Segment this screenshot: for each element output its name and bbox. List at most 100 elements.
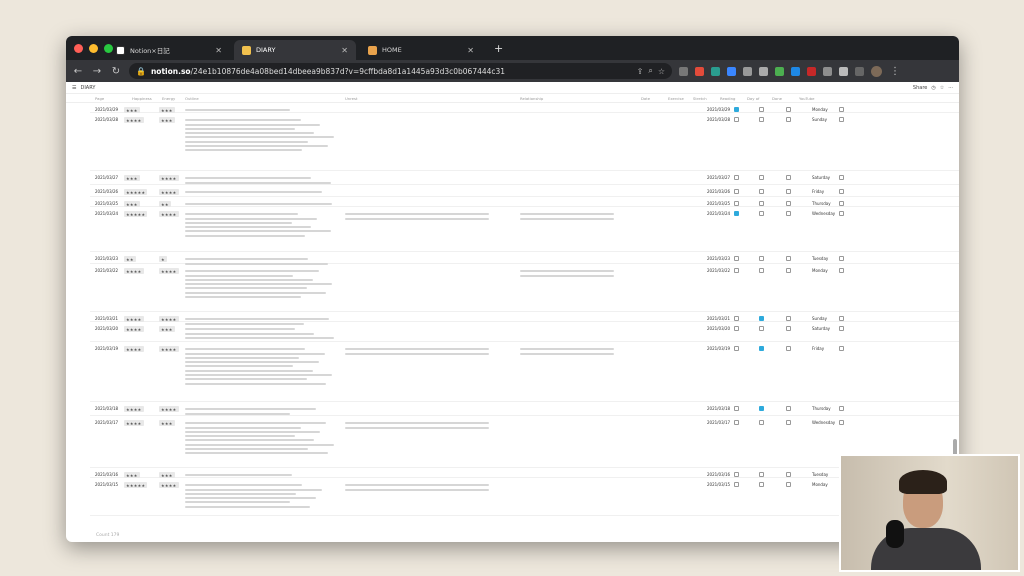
unrest-text-redacted[interactable] — [345, 211, 505, 222]
extension-icon[interactable] — [759, 66, 768, 76]
date-cell[interactable]: 2021/03/29 — [707, 107, 730, 112]
happiness-rating[interactable]: ★★★★ — [124, 117, 144, 123]
sidebar-toggle-icon[interactable]: ☰ — [72, 85, 76, 91]
checkbox[interactable] — [786, 419, 791, 425]
page-title[interactable]: 2021/03/17 — [95, 420, 118, 425]
breadcrumb[interactable]: DIARY — [80, 85, 95, 91]
checkbox[interactable] — [839, 325, 844, 331]
energy-rating[interactable]: ★★★★ — [159, 175, 179, 181]
date-cell[interactable]: 2021/03/21 — [707, 316, 730, 321]
date-cell[interactable]: 2021/03/25 — [707, 201, 730, 206]
checkbox[interactable] — [786, 471, 791, 477]
checkbox[interactable] — [786, 345, 791, 351]
bookmark-star-icon[interactable]: ☆ — [658, 67, 665, 76]
date-cell[interactable]: 2021/03/18 — [707, 406, 730, 411]
table-row[interactable]: 2021/03/17 ★★★★ ★★★ 2021/03/17 Wednesday — [90, 416, 959, 468]
page-title[interactable]: 2021/03/25 — [95, 201, 118, 206]
happiness-rating[interactable]: ★★★★★ — [124, 211, 148, 217]
checkbox[interactable] — [839, 419, 844, 425]
page-title[interactable]: 2021/03/19 — [95, 346, 118, 351]
reload-button[interactable]: ↻ — [110, 66, 122, 77]
checkbox[interactable] — [734, 255, 739, 261]
checkbox[interactable] — [734, 405, 739, 411]
happiness-rating[interactable]: ★★★★ — [124, 346, 144, 352]
checkbox[interactable] — [839, 106, 844, 112]
table-row[interactable]: 2021/03/29 ★★★ ★★★ 2021/03/29 Monday — [90, 103, 959, 113]
close-icon[interactable]: ✕ — [467, 46, 474, 55]
table-row[interactable]: 2021/03/18 ★★★★ ★★★★ 2021/03/18 Thursday — [90, 402, 959, 416]
table-row[interactable]: 2021/03/23 ★★ ★ 2021/03/23 Tuesday — [90, 252, 959, 265]
zoom-icon[interactable]: ⌕ — [648, 66, 652, 76]
outline-text-redacted[interactable] — [185, 482, 335, 510]
column-header[interactable]: Stretch — [693, 96, 707, 101]
outline-text-redacted[interactable] — [185, 211, 335, 239]
page-title[interactable]: 2021/03/23 — [95, 256, 118, 261]
checkbox[interactable] — [839, 255, 844, 261]
checkbox[interactable] — [786, 325, 791, 331]
column-header[interactable]: Page — [95, 96, 104, 101]
date-cell[interactable]: 2021/03/22 — [707, 268, 730, 273]
close-icon[interactable]: ✕ — [215, 46, 222, 55]
date-cell[interactable]: 2021/03/28 — [707, 117, 730, 122]
table-row[interactable]: 2021/03/25 ★★★ ★★ 2021/03/25 Thursday — [90, 197, 959, 207]
checkbox[interactable] — [759, 116, 764, 122]
date-cell[interactable]: 2021/03/15 — [707, 482, 730, 487]
energy-rating[interactable]: ★★★ — [159, 117, 175, 123]
date-cell[interactable]: 2021/03/26 — [707, 189, 730, 194]
checkbox[interactable] — [786, 255, 791, 261]
tab-notion-nikki[interactable]: Notion×日記 ✕ — [108, 40, 230, 60]
checkbox[interactable] — [786, 188, 791, 194]
column-header[interactable]: Unrest — [345, 96, 357, 101]
address-bar[interactable]: 🔒 notion.so/24e1b10876de4a08bed14dbeea9b… — [129, 63, 672, 79]
checkbox[interactable] — [759, 325, 764, 331]
close-icon[interactable]: ✕ — [341, 46, 348, 55]
happiness-rating[interactable]: ★★★★ — [124, 420, 144, 426]
checkbox[interactable] — [734, 471, 739, 477]
checkbox[interactable] — [734, 419, 739, 425]
happiness-rating[interactable]: ★★★★ — [124, 326, 144, 332]
happiness-rating[interactable]: ★★★★★ — [124, 482, 148, 488]
unrest-text-redacted[interactable] — [345, 346, 505, 357]
checkbox[interactable] — [734, 210, 739, 216]
checkbox[interactable] — [759, 471, 764, 477]
checkbox[interactable] — [734, 106, 739, 112]
checkbox[interactable] — [759, 419, 764, 425]
outline-text-redacted[interactable] — [185, 420, 335, 457]
checkbox[interactable] — [786, 315, 791, 321]
favorite-star-icon[interactable]: ☆ — [940, 85, 944, 91]
happiness-rating[interactable]: ★★ — [124, 256, 136, 262]
checkbox[interactable] — [759, 174, 764, 180]
column-header[interactable]: Date — [641, 96, 650, 101]
energy-rating[interactable]: ★★★ — [159, 326, 175, 332]
date-cell[interactable]: 2021/03/27 — [707, 175, 730, 180]
checkbox[interactable] — [759, 200, 764, 206]
checkbox[interactable] — [786, 174, 791, 180]
checkbox[interactable] — [759, 267, 764, 273]
table-row[interactable]: 2021/03/20 ★★★★ ★★★ 2021/03/20 Saturday — [90, 322, 959, 342]
page-title[interactable]: 2021/03/16 — [95, 472, 118, 477]
extension-icon[interactable] — [695, 66, 704, 76]
checkbox[interactable] — [734, 315, 739, 321]
back-button[interactable]: ← — [72, 66, 84, 77]
checkbox[interactable] — [786, 106, 791, 112]
checkbox[interactable] — [759, 210, 764, 216]
column-header[interactable]: Happiness — [132, 96, 152, 101]
minimize-window-button[interactable] — [89, 44, 98, 53]
unrest-text-redacted[interactable] — [345, 482, 505, 493]
energy-rating[interactable]: ★★★★ — [159, 346, 179, 352]
table-row[interactable]: 2021/03/27 ★★★ ★★★★ 2021/03/27 Saturday — [90, 171, 959, 185]
column-header[interactable]: YouTube — [799, 96, 814, 101]
checkbox[interactable] — [734, 174, 739, 180]
puzzle-icon[interactable] — [839, 66, 848, 76]
outline-text-redacted[interactable] — [185, 189, 335, 196]
forward-button[interactable]: → — [91, 66, 103, 77]
checkbox[interactable] — [759, 405, 764, 411]
extension-icon[interactable] — [727, 66, 736, 76]
table-row[interactable]: 2021/03/28 ★★★★ ★★★ 2021/03/28 Sunday — [90, 113, 959, 171]
page-title[interactable]: 2021/03/22 — [95, 268, 118, 273]
happiness-rating[interactable]: ★★★★★ — [124, 189, 148, 195]
outline-text-redacted[interactable] — [185, 117, 335, 154]
checkbox[interactable] — [759, 188, 764, 194]
date-cell[interactable]: 2021/03/23 — [707, 256, 730, 261]
checkbox[interactable] — [734, 200, 739, 206]
